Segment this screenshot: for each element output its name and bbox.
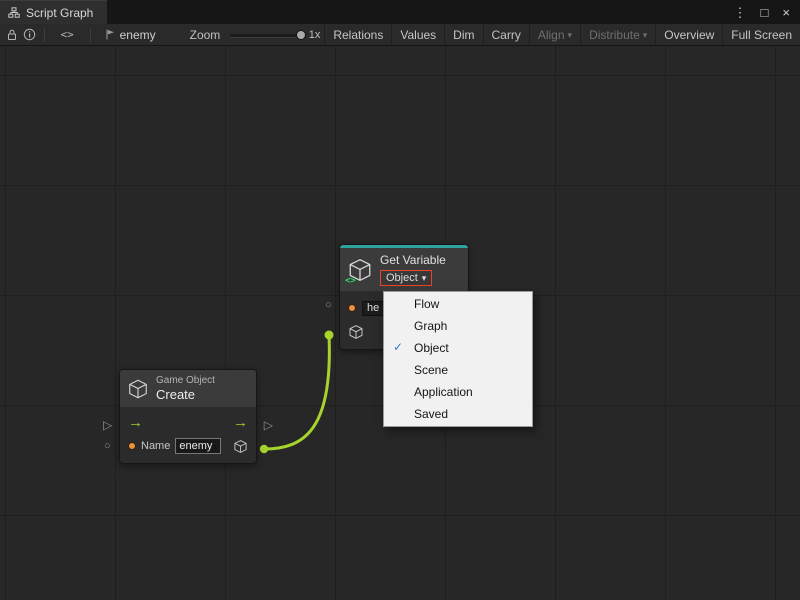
overview-button[interactable]: Overview [655,24,722,45]
close-button[interactable]: × [782,6,790,19]
scope-menu: Flow Graph ✓ Object Scene Application Sav… [383,291,533,427]
window-menu-button[interactable]: ⋮ [734,6,747,19]
zoom-slider-handle[interactable] [296,30,306,40]
menu-item-label: Application [414,385,473,399]
flow-out-arrow-icon[interactable]: → [233,415,248,430]
menu-item-label: Object [414,341,449,355]
window-controls: ⋮ □ × [734,0,800,24]
value-port-dot[interactable] [348,304,356,312]
menu-item-saved[interactable]: Saved [384,403,532,425]
chevron-down-icon: ▾ [422,273,427,284]
variable-cube-icon: <> [347,257,373,283]
graph-name: enemy [120,28,156,42]
code-view-button[interactable]: <> [51,28,84,41]
flow-output-port[interactable]: ▷ [264,419,273,431]
toolbar-buttons: Relations Values Dim Carry Align▾ Distri… [324,24,800,45]
chevron-down-icon: ▾ [643,30,648,41]
name-input-port[interactable]: ○ [104,441,111,452]
menu-item-scene[interactable]: Scene [384,359,532,381]
gameobject-cube-icon [127,378,149,400]
flow-input-port[interactable]: ▷ [103,419,112,431]
titlebar: Script Graph ⋮ □ × [0,0,800,24]
menu-item-label: Flow [414,297,439,311]
node-category: Game Object [156,375,215,386]
menu-item-graph[interactable]: Graph [384,315,532,337]
menu-item-label: Saved [414,407,448,421]
carry-button[interactable]: Carry [483,24,529,45]
menu-item-label: Graph [414,319,447,333]
flag-icon [105,29,115,40]
node-create-gameobject[interactable]: Game Object Create → → Name [120,370,256,463]
get-variable-header[interactable]: <> Get Variable Object ▾ [340,248,468,291]
values-button[interactable]: Values [391,24,444,45]
scope-value: Object [386,272,418,284]
distribute-button[interactable]: Distribute▾ [580,24,655,45]
wire-end-dot [325,331,334,340]
maximize-button[interactable]: □ [761,6,769,19]
info-icon[interactable] [21,25,38,45]
lock-icon[interactable] [4,25,21,45]
name-label: Name [141,440,170,452]
node-title: Create [156,387,215,402]
relations-button[interactable]: Relations [324,24,391,45]
graph-icon [8,7,20,19]
check-icon: ✓ [393,340,403,354]
zoom-slider[interactable] [230,25,302,45]
toolbar-divider [44,28,45,42]
connection-wire[interactable] [264,335,329,449]
graph-canvas[interactable]: <> Get Variable Object ▾ he [0,46,800,600]
chevron-down-icon: ▾ [568,30,573,41]
wire-start-dot [260,445,268,453]
node-title: Get Variable [380,253,446,267]
flow-in-arrow-icon[interactable]: → [128,415,143,430]
zoom-label: Zoom [190,28,221,42]
create-body: → → Name [120,407,256,463]
variable-scope-dropdown[interactable]: Object ▾ [380,270,432,286]
tab-title: Script Graph [26,6,93,20]
breadcrumb[interactable]: enemy [97,28,164,42]
zoom-value: 1x [309,29,321,41]
input-port-circle[interactable]: ○ [325,300,332,311]
graph-toolbar: <> enemy Zoom 1x Relations Values Dim Ca… [0,24,800,46]
name-input[interactable] [175,438,221,454]
menu-item-label: Scene [414,363,448,377]
code-badge-icon: <> [345,276,356,286]
gameobject-output-icon[interactable] [233,439,248,454]
menu-item-object[interactable]: ✓ Object [384,337,532,359]
menu-item-application[interactable]: Application [384,381,532,403]
gameobject-port-icon[interactable] [348,324,364,340]
toolbar-divider [90,28,91,42]
tab-script-graph[interactable]: Script Graph [0,0,107,24]
dim-button[interactable]: Dim [444,24,482,45]
align-button[interactable]: Align▾ [529,24,580,45]
menu-item-flow[interactable]: Flow [384,293,532,315]
name-port-dot[interactable] [128,442,136,450]
script-graph-window: Script Graph ⋮ □ × <> [0,0,800,600]
create-header[interactable]: Game Object Create [120,370,256,407]
zoom-slider-track [230,34,302,37]
fullscreen-button[interactable]: Full Screen [722,24,800,45]
